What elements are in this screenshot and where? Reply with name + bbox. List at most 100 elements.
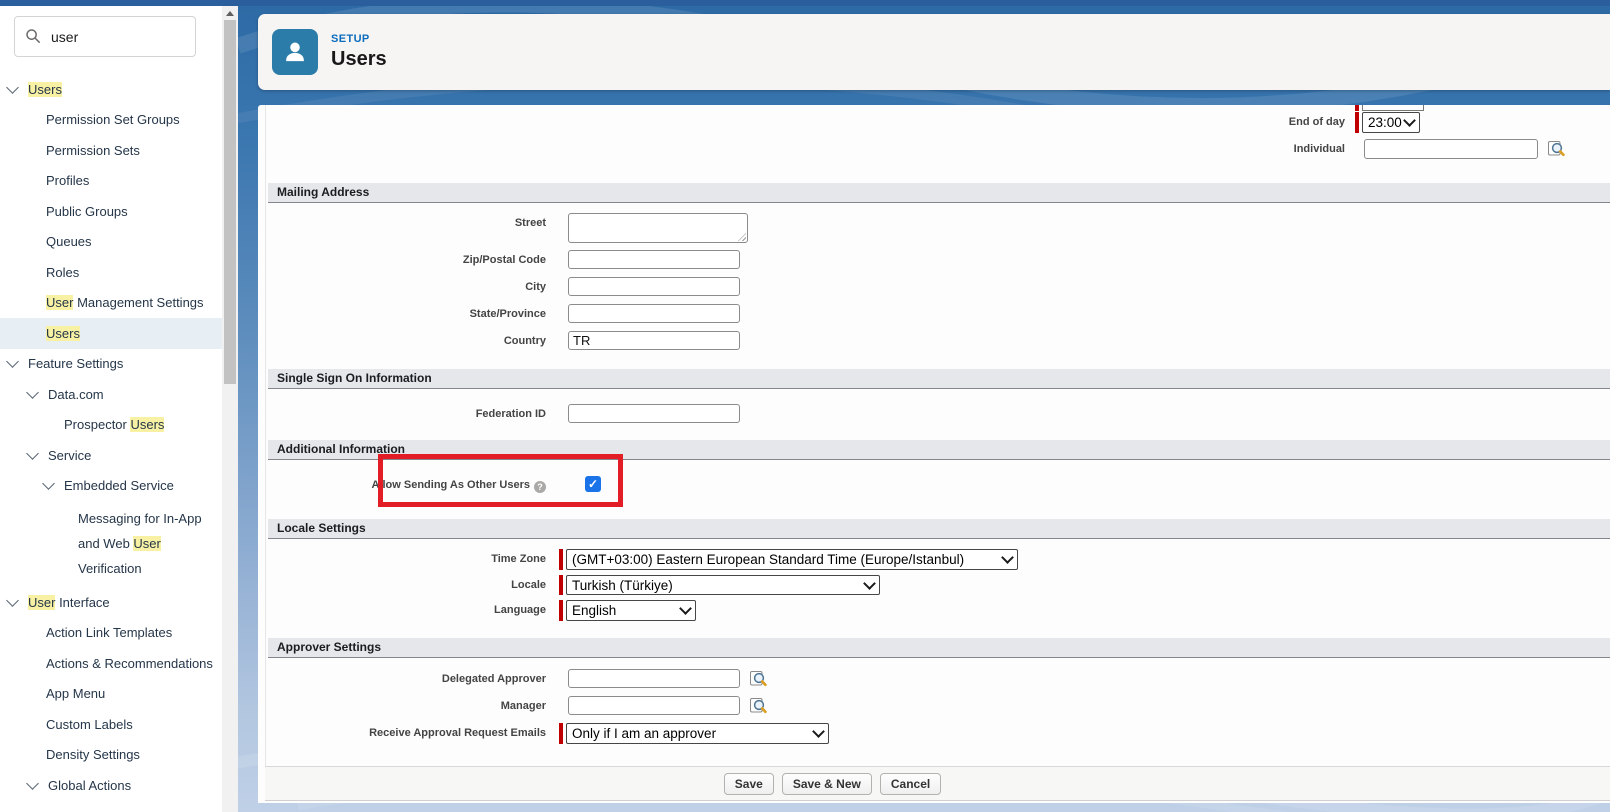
scrollbar-thumb[interactable] (224, 20, 236, 384)
sidebar-item-global-actions[interactable]: Global Actions (0, 770, 222, 801)
save-button[interactable]: Save (724, 773, 774, 795)
sidebar-item-messaging-for-in-app-and-web-user-verification[interactable]: Messaging for In-App and Web User Verifi… (0, 501, 222, 587)
field-label-manager: Manager (265, 696, 557, 713)
field-label-allow-sending-as-other-users: Allow Sending As Other Users? (265, 475, 557, 493)
sidebar-item-actions-recommendations[interactable]: Actions & Recommendations (0, 648, 222, 679)
sidebar-item-user-interface[interactable]: User Interface (0, 587, 222, 618)
sidebar-item-label: Profiles (46, 173, 89, 188)
sidebar-search (14, 16, 210, 57)
chevron-down-icon[interactable] (26, 777, 39, 790)
field-row-zip-postal-code: Zip/Postal Code (265, 250, 1610, 269)
scrollbar-up-arrow-icon[interactable] (226, 11, 234, 16)
field-row-city: City (265, 277, 1610, 296)
lookup-icon[interactable] (749, 669, 767, 687)
required-indicator (1355, 112, 1359, 133)
sidebar-item-density-settings[interactable]: Density Settings (0, 740, 222, 771)
field-row-state-province: State/Province (265, 304, 1610, 323)
zip-postal-code-input[interactable] (568, 250, 740, 269)
button-bar: Save Save & New Cancel (265, 766, 1610, 801)
sidebar-item-app-menu[interactable]: App Menu (0, 679, 222, 710)
city-input[interactable] (568, 277, 740, 296)
delegated-approver-input[interactable] (568, 669, 740, 688)
street-textarea[interactable] (568, 213, 748, 243)
field-label-state-province: State/Province (265, 304, 557, 321)
section-header-locale-settings: Locale Settings (268, 519, 1610, 539)
global-header-strip (0, 0, 1610, 6)
sidebar-item-service[interactable]: Service (0, 440, 222, 471)
sidebar-item-data-com[interactable]: Data.com (0, 379, 222, 410)
lookup-icon[interactable] (749, 696, 767, 714)
language-select[interactable]: English (566, 600, 696, 621)
field-label-federation-id: Federation ID (265, 404, 557, 421)
chevron-down-icon (679, 602, 692, 615)
chevron-down-icon[interactable] (6, 355, 19, 368)
page-header-card: SETUP Users (258, 14, 1610, 90)
required-indicator (559, 575, 563, 595)
sidebar-item-label: Permission Sets (46, 143, 140, 158)
search-input[interactable] (14, 16, 196, 57)
receive-approval-request-emails-select[interactable]: Only if I am an approver (566, 723, 829, 744)
sidebar-item-label: Embedded Service (64, 478, 174, 493)
sidebar-item-label: Queues (46, 234, 92, 249)
sidebar-item-permission-set-groups[interactable]: Permission Set Groups (0, 105, 222, 136)
field-row-locale: Locale Turkish (Türkiye) (265, 575, 1610, 595)
sidebar-item-label: Messaging for In-App and Web User Verifi… (78, 506, 216, 581)
required-indicator (559, 549, 563, 570)
sidebar-item-label: Public Groups (46, 204, 128, 219)
save-new-button[interactable]: Save & New (782, 773, 872, 795)
sidebar-item-queues[interactable]: Queues (0, 227, 222, 258)
end-of-day-select[interactable]: 23:00 (1362, 112, 1420, 133)
locale-select[interactable]: Turkish (Türkiye) (566, 575, 880, 595)
manager-input[interactable] (568, 696, 740, 715)
field-label-street: Street (265, 213, 557, 230)
sidebar-item-users[interactable]: Users (0, 74, 222, 105)
sidebar-item-users[interactable]: Users (0, 318, 222, 349)
chevron-down-icon[interactable] (6, 594, 19, 607)
country-input[interactable] (568, 331, 740, 350)
individual-lookup-icon[interactable] (1547, 139, 1565, 157)
sidebar-item-label: Permission Set Groups (46, 112, 180, 127)
state-province-input[interactable] (568, 304, 740, 323)
allow-sending-as-other-users-checkbox[interactable]: ✓ (585, 476, 601, 492)
setup-sidebar: Users Permission Set Groups Permission Set… (0, 6, 222, 812)
field-row-federation-id: Federation ID (265, 404, 1610, 423)
sidebar-item-public-groups[interactable]: Public Groups (0, 196, 222, 227)
field-label-locale: Locale (265, 575, 557, 592)
chevron-down-icon[interactable] (42, 477, 55, 490)
required-indicator (559, 723, 563, 744)
end-of-day-label: End of day (1145, 116, 1345, 128)
sidebar-item-profiles[interactable]: Profiles (0, 166, 222, 197)
cancel-button[interactable]: Cancel (880, 773, 941, 795)
sidebar-item-user-management-settings[interactable]: User Management Settings (0, 288, 222, 319)
sidebar-item-prospector-users[interactable]: Prospector Users (0, 410, 222, 441)
sidebar-item-custom-labels[interactable]: Custom Labels (0, 709, 222, 740)
sidebar-item-permission-sets[interactable]: Permission Sets (0, 135, 222, 166)
screen: Users Permission Set Groups Permission Set… (0, 0, 1610, 812)
time-zone-select[interactable]: (GMT+03:00) Eastern European Standard Ti… (566, 549, 1018, 570)
sidebar-item-action-link-templates[interactable]: Action Link Templates (0, 618, 222, 649)
sidebar-item-label: Feature Settings (28, 356, 123, 371)
individual-input[interactable] (1364, 139, 1538, 159)
sidebar-scrollbar[interactable] (222, 6, 238, 812)
section-header-single-sign-on-information: Single Sign On Information (268, 369, 1610, 389)
section-header-mailing-address: Mailing Address (268, 183, 1610, 203)
content-card: End of day 23:00 Individual Mailing Addr… (258, 105, 1610, 803)
sidebar-item-feature-settings[interactable]: Feature Settings (0, 349, 222, 380)
sidebar-item-label: Custom Labels (46, 717, 133, 732)
chevron-down-icon[interactable] (26, 386, 39, 399)
sidebar-item-label: Users (28, 82, 62, 97)
chevron-down-icon[interactable] (6, 81, 19, 94)
chevron-down-icon (863, 577, 876, 590)
sidebar-item-embedded-service[interactable]: Embedded Service (0, 471, 222, 502)
help-icon[interactable]: ? (534, 481, 546, 493)
field-row-manager: Manager (265, 696, 1610, 715)
chevron-down-icon (812, 725, 825, 738)
resize-grip[interactable] (738, 233, 746, 241)
field-row-delegated-approver: Delegated Approver (265, 669, 1610, 688)
sidebar-item-roles[interactable]: Roles (0, 257, 222, 288)
chevron-down-icon (1403, 114, 1416, 127)
partial-cutoff-select[interactable] (1362, 105, 1424, 111)
chevron-down-icon[interactable] (26, 447, 39, 460)
federation-id-input[interactable] (568, 404, 740, 423)
individual-label: Individual (1145, 143, 1345, 155)
